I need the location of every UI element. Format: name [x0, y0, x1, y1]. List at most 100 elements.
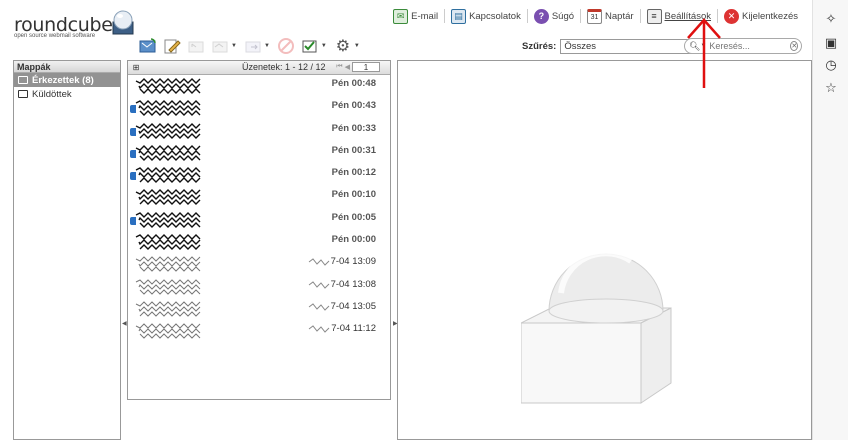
sparkle-icon[interactable]: ✧	[822, 10, 840, 28]
delete-button[interactable]	[276, 36, 296, 56]
folder-panel: Mappák Érkezettek (8) Küldöttek	[13, 60, 121, 440]
redacted-date-icon	[308, 258, 330, 267]
message-list-header: ⊞ Üzenetek: 1 - 12 / 12 ⏮ ◀ 1	[128, 61, 390, 75]
message-date: Pén 00:33	[331, 122, 376, 134]
message-row[interactable]: 7-04 13:09	[128, 253, 390, 276]
message-rows: Pén 00:48 Pén 00:43 Pén 00:33 Pén 00:31 Pén …	[128, 75, 390, 343]
annotation-arrow-icon	[687, 18, 721, 88]
page-number-input[interactable]: 1	[352, 62, 380, 72]
roundcube-watermark-icon	[521, 253, 672, 404]
more-actions-button[interactable]: ⚙	[333, 36, 353, 56]
message-row[interactable]: Pén 00:05	[128, 209, 390, 232]
message-row[interactable]: Pén 00:33	[128, 120, 390, 142]
message-date: Pén 00:12	[331, 167, 376, 179]
folder-inbox-label: Érkezettek (8)	[32, 74, 94, 86]
first-page-icon[interactable]: ⏮	[336, 63, 342, 71]
list-options-icon[interactable]: ⊞	[131, 63, 141, 72]
reply-all-button[interactable]	[210, 36, 230, 56]
preview-pane	[397, 60, 812, 440]
redacted-sender-icon	[135, 144, 201, 161]
message-date: 7-04 13:08	[330, 278, 376, 290]
redacted-sender-icon	[135, 189, 201, 206]
refresh-mail-icon	[139, 38, 156, 53]
pager: ⏮ ◀ 1	[336, 62, 380, 72]
nav-email-label: E-mail	[411, 10, 439, 22]
nav-logout[interactable]: ✕ Kijelentkezés	[718, 6, 804, 26]
nav-contacts-label: Kapcsolatok	[469, 10, 521, 22]
message-date: Pén 00:00	[331, 234, 376, 246]
filter-label: Szűrés:	[522, 41, 557, 52]
prev-page-icon[interactable]: ◀	[345, 63, 350, 71]
message-list: ⊞ Üzenetek: 1 - 12 / 12 ⏮ ◀ 1 Pén 00:48 P…	[127, 60, 391, 400]
forward-button[interactable]	[243, 36, 263, 56]
inbox-icon	[18, 76, 28, 84]
message-date: 7-04 13:05	[330, 300, 376, 312]
history-icon[interactable]: ◷	[822, 56, 840, 74]
message-date: Pén 00:31	[331, 144, 376, 156]
folder-panel-title: Mappák	[14, 61, 120, 73]
reply-icon	[188, 41, 204, 53]
message-row[interactable]: Pén 00:12	[128, 164, 390, 187]
message-date: 7-04 11:12	[331, 323, 376, 335]
redacted-sender-icon	[135, 122, 201, 139]
message-row[interactable]: Pén 00:31	[128, 142, 390, 165]
message-date: Pén 00:05	[331, 211, 376, 223]
chevron-down-icon[interactable]: ▼	[264, 43, 270, 49]
message-row[interactable]: 7-04 13:05	[128, 298, 390, 321]
nav-calendar-label: Naptár	[605, 10, 634, 22]
nav-help-label: Súgó	[551, 10, 575, 22]
redacted-sender-icon	[135, 78, 201, 94]
redacted-sender-icon	[135, 278, 201, 295]
logo-cube-icon	[112, 10, 134, 35]
nav-help[interactable]: ? Súgó	[528, 6, 580, 26]
roundcube-app: roundcube open source webmail software ✉…	[0, 0, 812, 440]
filter-value: Összes	[564, 41, 597, 52]
folder-sent[interactable]: Küldöttek	[14, 87, 120, 101]
mark-icon	[302, 40, 317, 53]
refresh-button[interactable]	[138, 36, 158, 56]
message-row[interactable]: Pén 00:48	[128, 75, 390, 98]
redacted-sender-icon	[135, 234, 201, 251]
nav-calendar[interactable]: 31 Naptár	[581, 6, 640, 26]
folder-sent-label: Küldöttek	[32, 88, 72, 100]
delete-icon	[277, 38, 294, 54]
compose-button[interactable]	[162, 36, 182, 56]
message-row[interactable]: Pén 00:43	[128, 97, 390, 120]
folder-splitter-handle[interactable]: ◀	[122, 320, 127, 327]
forward-icon	[245, 41, 261, 53]
mark-button[interactable]	[300, 36, 320, 56]
address-book-icon: ▤	[451, 8, 467, 24]
message-row[interactable]: 7-04 13:08	[128, 276, 390, 298]
logo-tagline: open source webmail software	[14, 33, 96, 39]
mail-icon: ✉	[393, 8, 409, 24]
redacted-date-icon	[308, 325, 330, 334]
reply-button[interactable]	[186, 36, 206, 56]
sent-folder-icon	[18, 90, 28, 98]
redacted-sender-icon	[135, 323, 201, 339]
top-navigation: ✉ E-mail ▤ Kapcsolatok ? Súgó 31 Naptár …	[387, 6, 804, 26]
calendar-icon: 31	[587, 8, 603, 24]
nav-logout-label: Kijelentkezés	[742, 10, 798, 22]
save-icon[interactable]: ▣	[822, 34, 840, 52]
redacted-sender-icon	[135, 301, 201, 317]
nav-email[interactable]: ✉ E-mail	[387, 6, 444, 26]
star-icon[interactable]: ☆	[822, 79, 840, 97]
compose-icon	[164, 39, 181, 54]
roundcube-logo[interactable]: roundcube open source webmail software	[12, 8, 134, 42]
reply-all-icon	[212, 41, 228, 53]
redacted-sender-icon	[135, 211, 201, 228]
message-row[interactable]: Pén 00:00	[128, 231, 390, 254]
message-row[interactable]: Pén 00:10	[128, 186, 390, 209]
help-icon: ?	[533, 8, 549, 24]
chevron-down-icon[interactable]: ▼	[354, 43, 360, 49]
chevron-down-icon[interactable]: ▼	[321, 43, 327, 49]
message-row[interactable]: 7-04 11:12	[128, 320, 390, 343]
message-date: Pén 00:43	[331, 100, 376, 112]
browser-side-strip: ✧ ▣ ◷ ☆	[812, 0, 848, 440]
nav-contacts[interactable]: ▤ Kapcsolatok	[445, 6, 527, 26]
clear-search-icon[interactable]: ✕	[790, 41, 799, 51]
redacted-sender-icon	[135, 256, 201, 273]
message-date: Pén 00:48	[331, 78, 376, 89]
folder-inbox[interactable]: Érkezettek (8)	[14, 73, 120, 87]
chevron-down-icon[interactable]: ▼	[231, 43, 237, 49]
